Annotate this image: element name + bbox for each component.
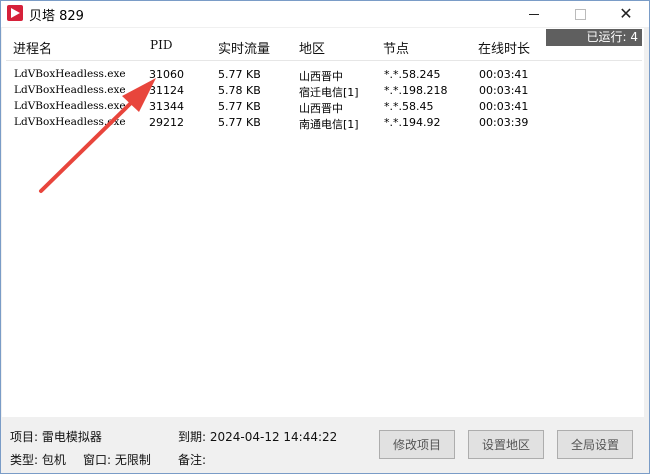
traffic-cell: 5.78 KB bbox=[218, 84, 261, 97]
table-row[interactable]: LdVBoxHeadless.exe 31124 5.78 KB 宿迁电信[1]… bbox=[2, 84, 644, 100]
node-cell: *.*.58.245 bbox=[384, 68, 441, 81]
type-label: 类型: 包机 bbox=[10, 453, 66, 467]
column-header-traffic[interactable]: 实时流量 bbox=[218, 38, 270, 57]
traffic-cell: 5.77 KB bbox=[218, 68, 261, 81]
title-bar[interactable]: 贝塔 829 ✕ bbox=[1, 1, 649, 27]
table-row[interactable]: LdVBoxHeadless.exe 31344 5.77 KB 山西晋中 *.… bbox=[2, 100, 644, 116]
pid-cell: 31344 bbox=[149, 100, 184, 113]
minimize-button[interactable] bbox=[511, 1, 557, 27]
beta-app-icon bbox=[7, 5, 23, 21]
table-row[interactable]: LdVBoxHeadless.exe 31060 5.77 KB 山西晋中 *.… bbox=[2, 68, 644, 84]
column-header-process-name[interactable]: 进程名 bbox=[13, 38, 52, 57]
column-header-region[interactable]: 地区 bbox=[299, 38, 325, 57]
pid-cell: 31060 bbox=[149, 68, 184, 81]
project-label: 项目: 雷电模拟器 bbox=[10, 430, 102, 444]
close-button[interactable]: ✕ bbox=[603, 1, 649, 27]
table-row[interactable]: LdVBoxHeadless.exe 29212 5.77 KB 南通电信[1]… bbox=[2, 116, 644, 132]
header-divider bbox=[6, 60, 642, 61]
region-cell: 宿迁电信[1] bbox=[299, 86, 359, 99]
process-list[interactable]: 进程名 PID 实时流量 地区 节点 在线时长 LdVBoxHeadless.e… bbox=[2, 28, 644, 417]
window-limit-label: 窗口: 无限制 bbox=[83, 453, 151, 467]
maximize-icon bbox=[575, 9, 586, 20]
minimize-icon bbox=[529, 14, 539, 15]
node-cell: *.*.58.45 bbox=[384, 100, 434, 113]
note-label: 备注: bbox=[178, 453, 207, 467]
column-header-online-time[interactable]: 在线时长 bbox=[478, 38, 530, 57]
online-time-cell: 00:03:41 bbox=[479, 68, 529, 81]
global-settings-button[interactable]: 全局设置 bbox=[557, 430, 633, 459]
close-icon: ✕ bbox=[619, 4, 633, 23]
process-name-cell: LdVBoxHeadless.exe bbox=[14, 116, 126, 128]
column-header-pid[interactable]: PID bbox=[150, 38, 172, 52]
window-title: 贝塔 829 bbox=[29, 9, 84, 24]
node-cell: *.*.194.92 bbox=[384, 116, 441, 129]
column-header-node[interactable]: 节点 bbox=[383, 38, 409, 57]
online-time-cell: 00:03:39 bbox=[479, 116, 529, 129]
region-cell: 山西晋中 bbox=[299, 70, 343, 83]
maximize-button[interactable] bbox=[557, 1, 603, 27]
edit-project-button[interactable]: 修改项目 bbox=[379, 430, 455, 459]
process-name-cell: LdVBoxHeadless.exe bbox=[14, 84, 126, 96]
process-name-cell: LdVBoxHeadless.exe bbox=[14, 68, 126, 80]
online-time-cell: 00:03:41 bbox=[479, 100, 529, 113]
online-time-cell: 00:03:41 bbox=[479, 84, 529, 97]
set-region-button[interactable]: 设置地区 bbox=[468, 430, 544, 459]
node-cell: *.*.198.218 bbox=[384, 84, 448, 97]
running-count-badge: 已运行: 4 bbox=[546, 29, 642, 46]
main-window: 贝塔 829 ✕ 进程名 PID 实时流量 地区 节点 在线时长 LdVBoxH… bbox=[0, 0, 650, 474]
pid-cell: 31124 bbox=[149, 84, 184, 97]
expire-label: 到期: 2024-04-12 14:44:22 bbox=[178, 430, 338, 444]
traffic-cell: 5.77 KB bbox=[218, 116, 261, 129]
process-name-cell: LdVBoxHeadless.exe bbox=[14, 100, 126, 112]
traffic-cell: 5.77 KB bbox=[218, 100, 261, 113]
region-cell: 南通电信[1] bbox=[299, 118, 359, 131]
pid-cell: 29212 bbox=[149, 116, 184, 129]
region-cell: 山西晋中 bbox=[299, 102, 343, 115]
